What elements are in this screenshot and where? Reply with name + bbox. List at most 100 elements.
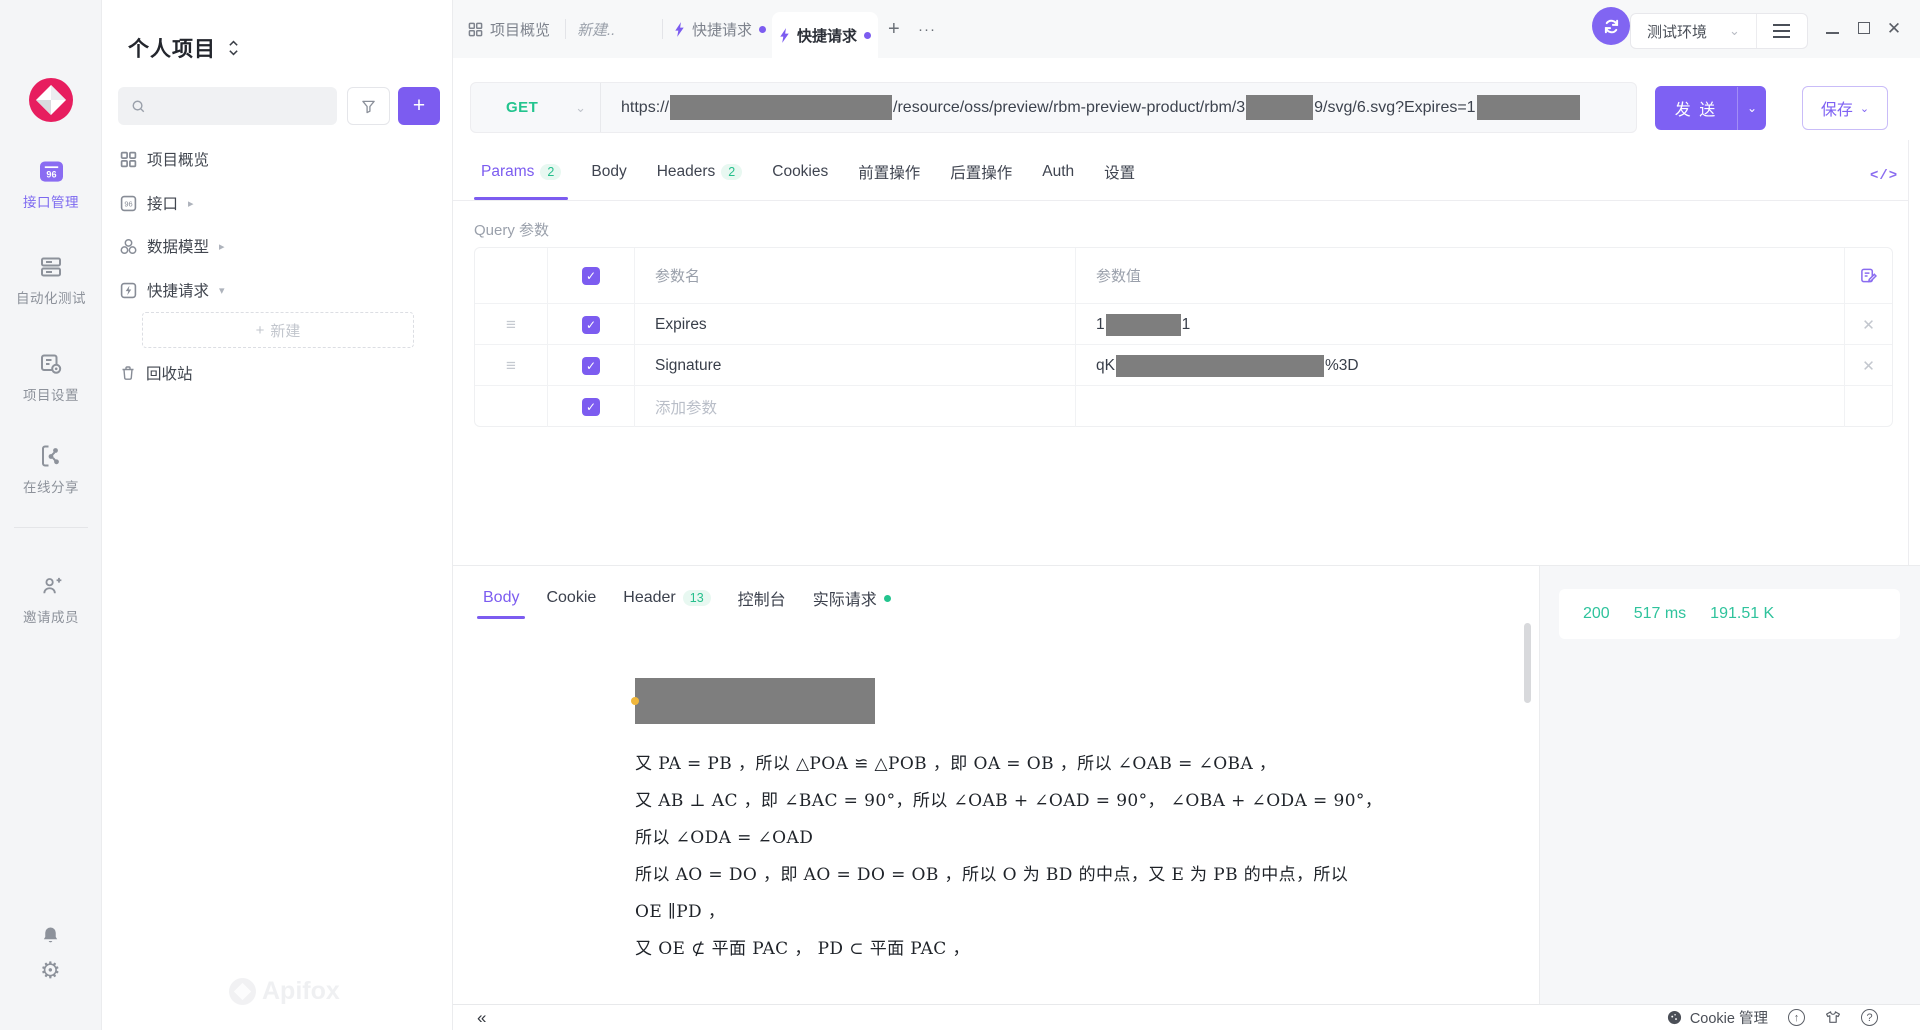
tab-new[interactable]: 新建.. — [577, 0, 615, 58]
send-label: 发 送 — [1655, 96, 1737, 120]
environment-selector[interactable]: 测试环境 ⌄ — [1630, 13, 1808, 49]
close-icon: ✕ — [1887, 20, 1901, 37]
tree-item-quick-request[interactable]: 快捷请求 ▾ — [102, 273, 453, 307]
window-maximize-button[interactable] — [1853, 17, 1875, 39]
tree-item-project-overview[interactable]: 项目概览 — [102, 142, 453, 176]
new-item-button[interactable]: + — [398, 87, 440, 125]
collapse-sidebar-icon[interactable]: « — [477, 1009, 486, 1026]
tab-cookies[interactable]: Cookies — [772, 144, 828, 200]
tab-body[interactable]: Body — [591, 144, 626, 200]
request-tabs: Params 2 Body Headers 2 Cookies 前置操作 后置操… — [453, 144, 1908, 201]
expand-arrow-icon[interactable]: ▸ — [188, 197, 194, 210]
response-meta-panel: 200 517 ms 191.51 K — [1539, 566, 1920, 1005]
apifox-logo[interactable] — [29, 78, 73, 122]
svg-text:96: 96 — [124, 199, 132, 208]
params-scroll-gutter[interactable] — [1908, 140, 1920, 565]
new-tab-button[interactable]: + — [888, 0, 900, 58]
param-name-cell[interactable]: Signature — [634, 345, 1075, 386]
tab-console[interactable]: 控制台 — [738, 576, 786, 620]
tab-quick-request-1[interactable]: 快捷请求 — [674, 0, 766, 58]
lightning-icon — [779, 28, 790, 43]
param-name-cell[interactable]: Expires — [634, 304, 1075, 345]
tab-pre-actions[interactable]: 前置操作 — [858, 144, 920, 200]
rail-item-online-share[interactable]: 在线分享 — [0, 444, 102, 496]
column-header-value: 参数值 — [1075, 248, 1844, 303]
rail-item-project-settings[interactable]: 项目设置 — [0, 352, 102, 404]
rail-item-automation-test[interactable]: 自动化测试 — [0, 255, 102, 307]
window-close-button[interactable]: ✕ — [1883, 17, 1905, 39]
response-scrollbar[interactable] — [1524, 623, 1531, 703]
send-button[interactable]: 发 送 ⌄ — [1655, 86, 1766, 130]
apifox-logo-icon — [29, 78, 73, 122]
help-icon[interactable]: ? — [1861, 1009, 1878, 1026]
param-row-add[interactable]: ✓ 添加参数 — [475, 385, 1892, 426]
project-explorer: 个人项目 + — [102, 0, 453, 1030]
tab-headers[interactable]: Headers 2 — [657, 144, 743, 200]
invite-person-icon — [0, 575, 102, 598]
tab-label: Auth — [1042, 163, 1074, 181]
select-all-checkbox[interactable]: ✓ — [582, 267, 600, 285]
check-icon: ✓ — [586, 359, 596, 373]
tab-post-actions[interactable]: 后置操作 — [950, 144, 1012, 200]
tab-response-cookie[interactable]: Cookie — [546, 576, 596, 620]
drag-handle-icon[interactable]: ≡ — [506, 315, 516, 335]
collapse-arrow-icon[interactable]: ▾ — [219, 284, 225, 297]
param-value-cell[interactable] — [1075, 386, 1844, 427]
tree-item-label: 项目概览 — [147, 148, 209, 170]
url-input[interactable]: https:///resource/oss/preview/rbm-previe… — [621, 95, 1581, 120]
filter-button[interactable] — [347, 87, 390, 125]
window-minimize-button[interactable] — [1821, 17, 1843, 39]
tree-item-api[interactable]: 96 接口 ▸ — [102, 186, 453, 220]
tab-settings[interactable]: 设置 — [1104, 144, 1135, 200]
save-button[interactable]: 保存 ⌄ — [1802, 86, 1888, 130]
rail-item-api-manage[interactable]: 96 接口管理 — [0, 160, 102, 211]
notifications-bell-icon[interactable] — [40, 925, 61, 946]
new-request-button[interactable]: + 新建 — [142, 312, 414, 348]
tab-label: 新建.. — [577, 19, 615, 40]
rail-item-label: 自动化测试 — [0, 287, 102, 307]
tab-actual-request[interactable]: 实际请求 — [813, 576, 891, 620]
menu-burger-icon[interactable] — [1773, 24, 1790, 38]
row-checkbox[interactable]: ✓ — [582, 398, 600, 416]
plus-icon: + — [256, 322, 265, 339]
settings-gear-icon[interactable]: ⚙ — [40, 960, 61, 983]
delete-row-icon[interactable]: ✕ — [1862, 316, 1875, 334]
expand-arrow-icon[interactable]: ▸ — [219, 240, 225, 253]
tab-label: 后置操作 — [950, 161, 1012, 183]
param-value-cell[interactable]: qK%3D — [1075, 345, 1844, 386]
math-line: 又 OE ⊄ 平面 PAC ， PD ⊂ 平面 PAC ， — [635, 928, 1535, 965]
bulk-edit-icon[interactable] — [1860, 267, 1877, 284]
more-tabs-button[interactable]: ··· — [918, 0, 936, 58]
param-row-signature: ≡ ✓ Signature qK%3D ✕ — [475, 344, 1892, 385]
tab-response-header[interactable]: Header 13 — [623, 576, 710, 620]
tab-label: 实际请求 — [813, 586, 877, 610]
search-input[interactable] — [118, 87, 337, 125]
upload-icon[interactable]: ↑ — [1788, 1009, 1805, 1026]
tree-item-data-model[interactable]: 数据模型 ▸ — [102, 229, 453, 263]
delete-row-icon[interactable]: ✕ — [1862, 357, 1875, 375]
tab-project-overview[interactable]: 项目概览 — [468, 0, 550, 58]
add-param-placeholder[interactable]: 添加参数 — [634, 386, 1075, 427]
code-view-icon[interactable]: </> — [1870, 168, 1898, 184]
theme-shirt-icon[interactable] — [1825, 1010, 1841, 1025]
modified-dot — [759, 26, 766, 33]
tab-label: 项目概览 — [490, 19, 550, 40]
tab-response-body[interactable]: Body — [483, 576, 519, 620]
param-value-cell[interactable]: 11 — [1075, 304, 1844, 345]
row-checkbox[interactable]: ✓ — [582, 316, 600, 334]
method-select[interactable]: GET ⌄ — [471, 83, 601, 132]
sync-button[interactable] — [1592, 7, 1630, 45]
check-icon: ✓ — [586, 269, 596, 283]
column-header-name: 参数名 — [634, 248, 1075, 303]
tab-auth[interactable]: Auth — [1042, 144, 1074, 200]
chevron-down-icon[interactable]: ⌄ — [1738, 101, 1766, 115]
tab-params[interactable]: Params 2 — [481, 144, 561, 200]
project-switcher-icon[interactable] — [228, 39, 239, 57]
tab-quick-request-2-active[interactable]: 快捷请求 — [772, 12, 878, 58]
rail-item-invite-members[interactable]: 邀请成员 — [0, 575, 102, 626]
tree-item-recycle-bin[interactable]: 回收站 — [102, 356, 453, 390]
save-label: 保存 — [1821, 96, 1853, 120]
cookie-manager-button[interactable]: Cookie 管理 — [1667, 1007, 1768, 1028]
row-checkbox[interactable]: ✓ — [582, 357, 600, 375]
drag-handle-icon[interactable]: ≡ — [506, 356, 516, 376]
